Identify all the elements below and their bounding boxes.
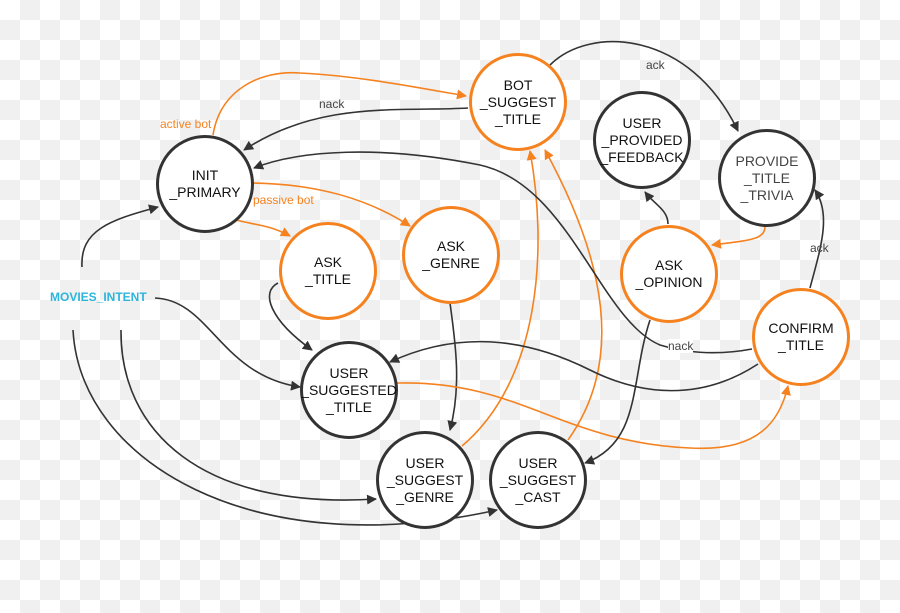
node-user-suggested-title[interactable]: USER _SUGGESTED _TITLE [300,341,398,439]
edge-bot-suggest-to-init-nack [243,107,469,151]
edge-label-ack: ack [646,58,665,72]
edge-label-passive-bot: passive bot [253,193,314,207]
edge-label-ack-confirm: ack [810,241,829,255]
node-user-suggest-cast[interactable]: USER _SUGGEST _CAST [489,431,587,529]
edge-intent-to-init [81,204,159,268]
edge-intent-to-user-suggested-title [154,297,301,391]
node-bot-suggest-title[interactable]: BOT _SUGGEST _TITLE [469,53,567,151]
node-ask-genre[interactable]: ASK _GENRE [402,206,500,304]
movies-intent-label: MOVIES_INTENT [50,290,147,304]
node-user-provided-feedback[interactable]: USER _PROVIDED _FEEDBACK [593,91,691,189]
node-ask-title[interactable]: ASK _TITLE [279,222,377,320]
edge-confirm-to-user-suggested-title [389,340,759,392]
edge-trivia-to-opinion [711,225,766,249]
edge-confirm-to-trivia-ack [809,189,825,289]
node-user-suggest-genre[interactable]: USER _SUGGEST _GENRE [376,431,474,529]
node-confirm-title[interactable]: CONFIRM _TITLE [752,288,850,386]
edge-init-to-ask-title [235,219,291,237]
node-provide-title-trivia[interactable]: PROVIDE _TITLE _TRIVIA [718,129,816,227]
edge-opinion-to-feedback [644,191,669,225]
edge-label-nack: nack [319,97,345,111]
edge-opinion-to-user-suggest-cast [584,319,651,465]
edge-label-active-bot: active bot [160,117,212,131]
node-ask-opinion[interactable]: ASK _OPINION [620,225,718,323]
edge-user-suggest-cast-to-bot [544,149,603,441]
edge-ask-genre-to-user-suggest-genre [447,302,458,431]
node-init-primary[interactable]: INIT _PRIMARY [156,135,254,233]
edge-label-nack-confirm: nack [668,339,694,353]
